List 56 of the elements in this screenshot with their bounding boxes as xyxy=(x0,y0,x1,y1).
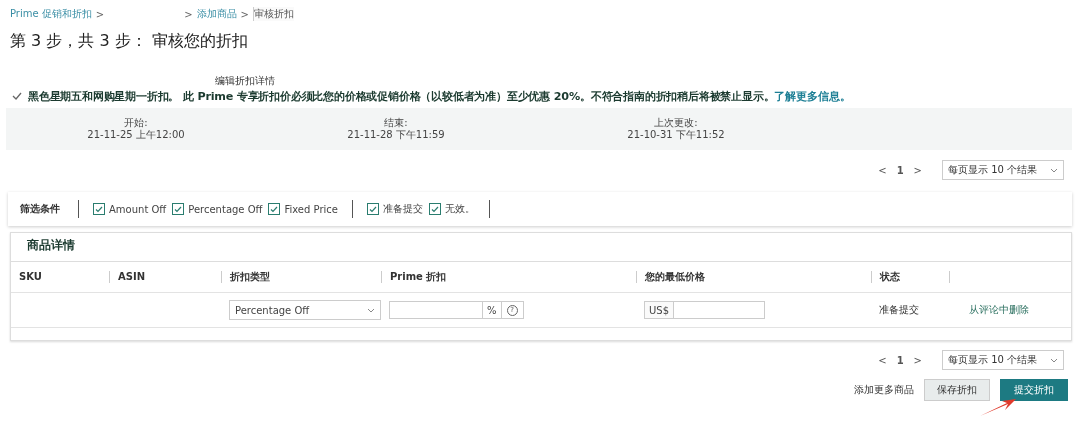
caret-icon xyxy=(1050,357,1058,363)
column-header: ASIN xyxy=(109,271,221,283)
checkbox[interactable] xyxy=(428,203,441,215)
checkmark-icon xyxy=(12,92,22,100)
column-header: 您的最低价格 xyxy=(636,271,871,283)
caret-icon xyxy=(367,307,375,313)
caret-icon xyxy=(1050,167,1058,173)
column-header: Prime 折扣 xyxy=(381,271,636,283)
notice-text: 黑色星期五和网购星期一折扣。 此 Prime 专享折扣价必须比您的价格或促销价格（以较低者为准）至少优惠 20%。不符合指南的折扣稍后将被禁止显示。 xyxy=(28,88,775,104)
date-value: 21-11-28 下午11:59 xyxy=(347,129,445,141)
breadcrumb-item: 审核折扣 xyxy=(253,7,294,21)
breadcrumb-separator: > xyxy=(95,8,105,20)
column-header: 折扣类型 xyxy=(221,271,381,283)
date-label: 结束: xyxy=(384,117,408,129)
remove-link[interactable]: 从评论中删除 xyxy=(957,303,1029,317)
checkbox[interactable] xyxy=(172,203,185,215)
price-input-field[interactable] xyxy=(673,301,766,319)
breadcrumb-separator: > xyxy=(184,8,193,20)
breadcrumb-item[interactable]: 添加商品 xyxy=(196,7,237,21)
column-header: SKU xyxy=(18,271,43,283)
discount-type-dropdown[interactable]: Percentage Off xyxy=(229,300,381,320)
breadcrumb-item[interactable]: Prime 促销和折扣 xyxy=(10,7,92,21)
checkbox-label: 无效。 xyxy=(444,202,475,216)
submit-discount-button[interactable]: 提交折扣 xyxy=(1000,379,1068,401)
checkbox-label: Fixed Price xyxy=(284,203,338,215)
checkbox-label: Amount Off xyxy=(109,203,167,215)
card-title: 商品详情 xyxy=(11,233,1071,262)
add-more-products-link[interactable]: 添加更多商品 xyxy=(854,382,914,397)
checkbox[interactable] xyxy=(268,203,281,215)
page-number[interactable]: 1 xyxy=(896,164,904,176)
next-page-button[interactable]: > xyxy=(913,164,922,176)
page-size-dropdown[interactable]: 每页显示 10 个结果 xyxy=(942,350,1064,370)
page-title: 第 3 步，共 3 步： 审核您的折扣 xyxy=(9,30,249,52)
learn-more-link[interactable]: 了解更多信息。 xyxy=(774,88,852,104)
breadcrumb-separator: > xyxy=(240,8,249,20)
previous-page-button[interactable]: < xyxy=(878,354,887,366)
discount-input-field[interactable] xyxy=(389,301,483,319)
page-number[interactable]: 1 xyxy=(896,354,904,366)
checkbox-label: Percentage Off xyxy=(188,203,263,215)
percent-unit: % xyxy=(483,301,502,319)
page-size-dropdown[interactable]: 每页显示 10 个结果 xyxy=(942,160,1064,180)
date-value: 21-11-25 上午12:00 xyxy=(87,129,185,141)
status-text: 准备提交 xyxy=(878,303,920,317)
date-label: 开始: xyxy=(124,117,148,129)
checkbox-label: 准备提交 xyxy=(382,202,423,216)
column-header: 状态 xyxy=(871,271,949,283)
date-label: 上次更改: xyxy=(654,117,698,129)
checkbox[interactable] xyxy=(366,203,379,215)
next-page-button[interactable]: > xyxy=(913,354,922,366)
currency-prefix: US$ xyxy=(644,301,674,319)
checkbox[interactable] xyxy=(93,203,105,215)
save-discount-button[interactable]: 保存折扣 xyxy=(924,378,990,401)
date-value: 21-10-31 下午11:52 xyxy=(627,129,725,141)
filter-label: 筛选条件 xyxy=(20,202,60,216)
previous-page-button[interactable]: < xyxy=(878,164,887,176)
edit-details-link[interactable]: 编辑折扣详情 xyxy=(215,75,275,86)
